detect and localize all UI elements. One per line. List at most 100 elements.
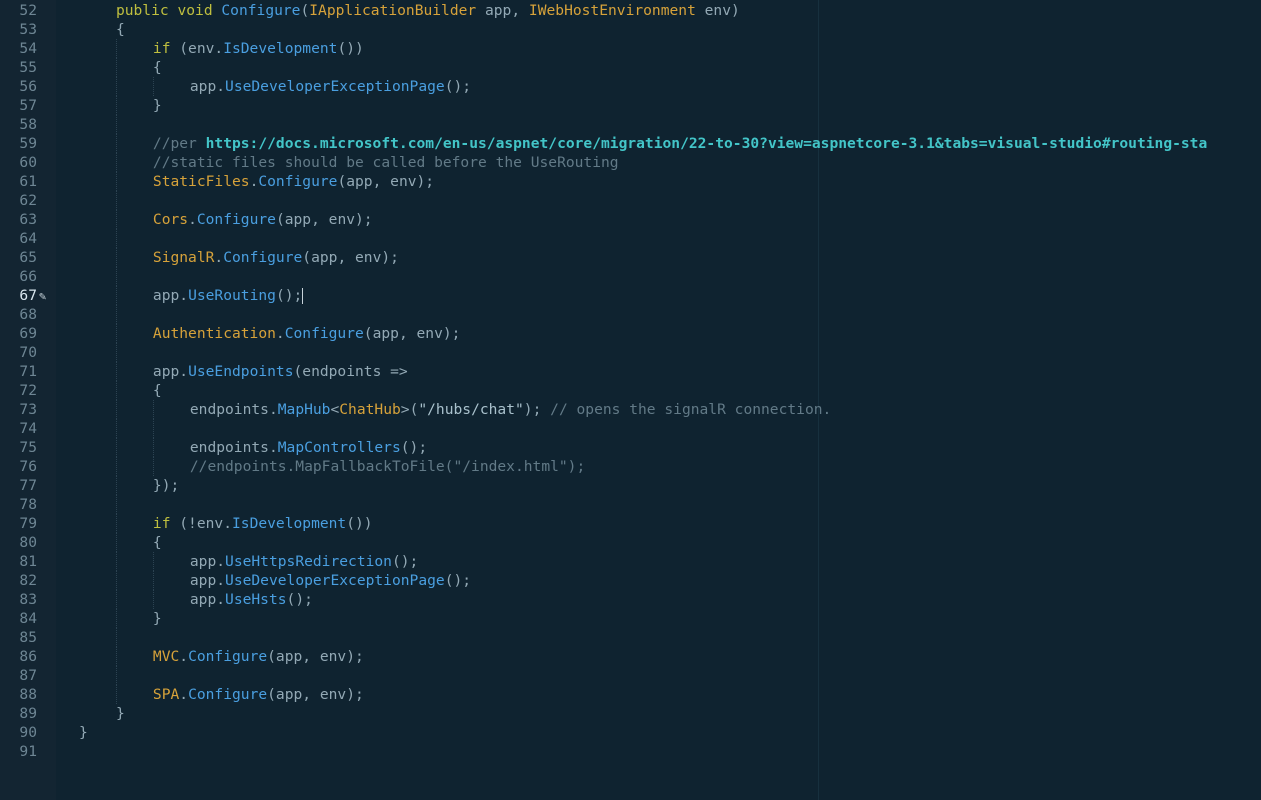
code-token: app.	[189, 572, 226, 589]
code-line[interactable]: 72 {	[0, 381, 1261, 400]
code-text[interactable]: endpoints.MapControllers();	[190, 438, 427, 457]
code-line[interactable]: 58	[0, 115, 1261, 134]
line-number: 58	[19, 116, 37, 133]
code-text[interactable]: app.UseDeveloperExceptionPage();	[190, 571, 471, 590]
code-text[interactable]: Cors.Configure(app, env);	[153, 210, 373, 229]
indent-guide	[116, 248, 117, 267]
code-line[interactable]: 56 app.UseDeveloperExceptionPage();	[0, 77, 1261, 96]
indent-guide	[116, 400, 117, 419]
line-number: 84	[19, 610, 37, 627]
indent-guide	[116, 324, 117, 343]
code-text[interactable]: }	[116, 704, 125, 723]
code-text[interactable]: }	[79, 723, 88, 742]
code-line[interactable]: 61 StaticFiles.Configure(app, env);	[0, 172, 1261, 191]
code-text[interactable]: app.UseRouting();	[153, 286, 304, 305]
code-line[interactable]: 68	[0, 305, 1261, 324]
code-line[interactable]: 78	[0, 495, 1261, 514]
code-token: IsDevelopment	[223, 40, 338, 57]
code-line[interactable]: 87	[0, 666, 1261, 685]
code-token: {	[115, 21, 125, 38]
code-line[interactable]: 86 MVC.Configure(app, env);	[0, 647, 1261, 666]
code-token: endpoints.	[189, 401, 278, 418]
code-line[interactable]: 60 //static files should be called before…	[0, 153, 1261, 172]
code-text[interactable]: //static files should be called before t…	[153, 153, 619, 172]
code-text[interactable]: app.UseEndpoints(endpoints =>	[153, 362, 408, 381]
code-text[interactable]: app.UseHttpsRedirection();	[190, 552, 418, 571]
code-line[interactable]: 57}	[0, 96, 1261, 115]
line-number: 66	[19, 268, 37, 285]
code-token: }	[152, 97, 162, 114]
indent-guide	[116, 381, 117, 400]
code-text[interactable]: {	[116, 20, 125, 39]
code-token: {	[152, 59, 162, 76]
code-line[interactable]: 89}	[0, 704, 1261, 723]
code-text[interactable]: {	[153, 58, 162, 77]
code-line[interactable]: 73 endpoints.MapHub<ChatHub>("/hubs/chat"…	[0, 400, 1261, 419]
line-number: 57	[19, 97, 37, 114]
indent-guide	[116, 419, 117, 438]
code-token: if	[152, 515, 171, 532]
code-text[interactable]: app.UseDeveloperExceptionPage();	[190, 77, 471, 96]
code-text[interactable]: MVC.Configure(app, env);	[153, 647, 364, 666]
line-number: 74	[19, 420, 37, 437]
code-token: .	[179, 648, 189, 665]
code-token: {	[152, 534, 162, 551]
code-token: https://docs.microsoft.com/en-us/aspnet/…	[205, 135, 1208, 152]
code-text[interactable]: });	[153, 476, 179, 495]
code-token: "/hubs/chat"	[418, 401, 524, 418]
code-line[interactable]: 59 //per https://docs.microsoft.com/en-us…	[0, 134, 1261, 153]
code-text[interactable]: Authentication.Configure(app, env);	[153, 324, 461, 343]
code-line[interactable]: 81 app.UseHttpsRedirection();	[0, 552, 1261, 571]
code-text[interactable]: {	[153, 533, 162, 552]
code-text[interactable]: SignalR.Configure(app, env);	[153, 248, 399, 267]
code-text[interactable]: StaticFiles.Configure(app, env);	[153, 172, 434, 191]
code-text[interactable]: }	[153, 609, 162, 628]
code-text[interactable]: endpoints.MapHub<ChatHub>("/hubs/chat");…	[190, 400, 831, 419]
indent-guide	[153, 400, 154, 419]
code-text[interactable]: }	[153, 96, 162, 115]
code-line[interactable]: 62	[0, 191, 1261, 210]
code-text[interactable]: if (!env.IsDevelopment())	[153, 514, 373, 533]
code-line[interactable]: 79 if (!env.IsDevelopment())	[0, 514, 1261, 533]
code-line[interactable]: 71 app.UseEndpoints(endpoints =>	[0, 362, 1261, 381]
code-text[interactable]: SPA.Configure(app, env);	[153, 685, 364, 704]
code-text[interactable]: public void Configure(IApplicationBuilde…	[116, 1, 740, 20]
code-text[interactable]: //per https://docs.microsoft.com/en-us/a…	[153, 134, 1207, 153]
code-lines[interactable]: 52 public void Configure(IApplicationBuil…	[0, 1, 1261, 761]
indent-guide	[116, 590, 117, 609]
code-token: }	[115, 705, 125, 722]
code-line[interactable]: 88 SPA.Configure(app, env);	[0, 685, 1261, 704]
code-line[interactable]: 54 if (env.IsDevelopment())	[0, 39, 1261, 58]
code-text[interactable]: app.UseHsts();	[190, 590, 313, 609]
code-line[interactable]: 80 {	[0, 533, 1261, 552]
code-line[interactable]: 75 endpoints.MapControllers();	[0, 438, 1261, 457]
code-line[interactable]: 74	[0, 419, 1261, 438]
code-token: (!env.	[170, 515, 232, 532]
code-line[interactable]: 55 {	[0, 58, 1261, 77]
code-line[interactable]: 52 public void Configure(IApplicationBuil…	[0, 1, 1261, 20]
code-line[interactable]: 67 ✎ app.UseRouting();	[0, 286, 1261, 305]
indent-guide	[116, 267, 117, 286]
code-text[interactable]: {	[153, 381, 162, 400]
code-editor[interactable]: 52 public void Configure(IApplicationBuil…	[0, 0, 1261, 800]
code-line[interactable]: 84}	[0, 609, 1261, 628]
code-line[interactable]: 53 {	[0, 20, 1261, 39]
code-line[interactable]: 82 app.UseDeveloperExceptionPage();	[0, 571, 1261, 590]
indent-guide	[116, 495, 117, 514]
code-token: (endpoints =>	[293, 363, 408, 380]
code-line[interactable]: 90}	[0, 723, 1261, 742]
code-line[interactable]: 76 //endpoints.MapFallbackToFile("/index.…	[0, 457, 1261, 476]
code-line[interactable]: 64	[0, 229, 1261, 248]
code-text[interactable]: if (env.IsDevelopment())	[153, 39, 364, 58]
indent-guide	[153, 438, 154, 457]
code-line[interactable]: 69 Authentication.Configure(app, env);	[0, 324, 1261, 343]
code-line[interactable]: 65 SignalR.Configure(app, env);	[0, 248, 1261, 267]
code-line[interactable]: 77});	[0, 476, 1261, 495]
code-line[interactable]: 91	[0, 742, 1261, 761]
code-line[interactable]: 70	[0, 343, 1261, 362]
code-text[interactable]: //endpoints.MapFallbackToFile("/index.ht…	[190, 457, 585, 476]
code-line[interactable]: 63 Cors.Configure(app, env);	[0, 210, 1261, 229]
code-line[interactable]: 85	[0, 628, 1261, 647]
code-line[interactable]: 83 app.UseHsts();	[0, 590, 1261, 609]
code-line[interactable]: 66	[0, 267, 1261, 286]
